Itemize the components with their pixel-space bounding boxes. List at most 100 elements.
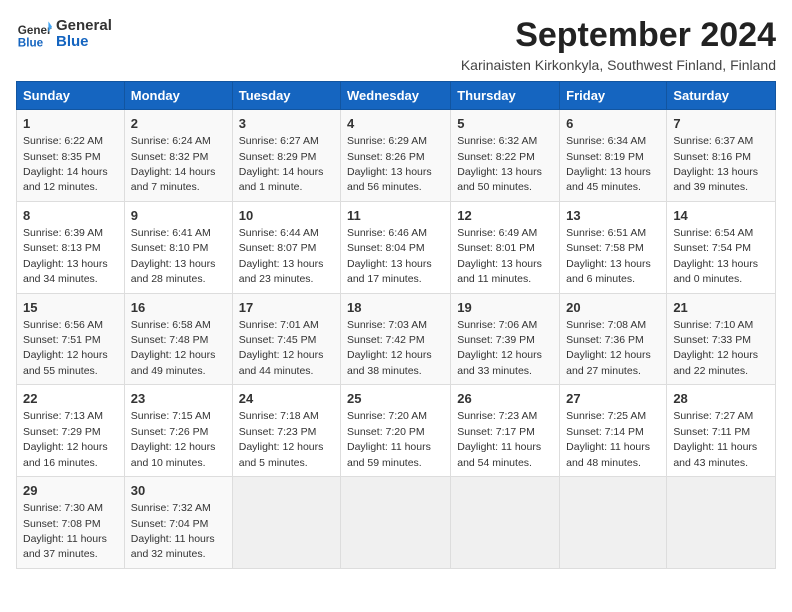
calendar-cell: 11 Sunrise: 6:46 AM Sunset: 8:04 PM Dayl… xyxy=(341,201,451,293)
sunset-text: Sunset: 7:11 PM xyxy=(673,426,750,438)
daylight-text: Daylight: 11 hours and 54 minutes. xyxy=(457,441,541,468)
daylight-text: Daylight: 12 hours and 49 minutes. xyxy=(131,349,216,376)
calendar-cell: 12 Sunrise: 6:49 AM Sunset: 8:01 PM Dayl… xyxy=(451,201,560,293)
day-number: 11 xyxy=(347,207,444,225)
sunset-text: Sunset: 7:36 PM xyxy=(566,334,644,346)
calendar-cell: 17 Sunrise: 7:01 AM Sunset: 7:45 PM Dayl… xyxy=(232,293,340,385)
sunrise-text: Sunrise: 7:27 AM xyxy=(673,410,753,422)
subtitle: Karinaisten Kirkonkyla, Southwest Finlan… xyxy=(461,57,776,73)
daylight-text: Daylight: 13 hours and 28 minutes. xyxy=(131,258,216,285)
weekday-header-wednesday: Wednesday xyxy=(341,82,451,110)
sunrise-text: Sunrise: 6:22 AM xyxy=(23,135,103,147)
day-number: 23 xyxy=(131,390,226,408)
weekday-header-tuesday: Tuesday xyxy=(232,82,340,110)
calendar-cell: 24 Sunrise: 7:18 AM Sunset: 7:23 PM Dayl… xyxy=(232,385,340,477)
calendar-cell: 27 Sunrise: 7:25 AM Sunset: 7:14 PM Dayl… xyxy=(560,385,667,477)
calendar-cell: 26 Sunrise: 7:23 AM Sunset: 7:17 PM Dayl… xyxy=(451,385,560,477)
sunset-text: Sunset: 7:08 PM xyxy=(23,518,101,530)
logo-line1: General xyxy=(56,18,112,35)
calendar-cell: 30 Sunrise: 7:32 AM Sunset: 7:04 PM Dayl… xyxy=(124,477,232,569)
daylight-text: Daylight: 13 hours and 11 minutes. xyxy=(457,258,542,285)
daylight-text: Daylight: 12 hours and 10 minutes. xyxy=(131,441,216,468)
sunset-text: Sunset: 8:35 PM xyxy=(23,151,101,163)
sunset-text: Sunset: 8:10 PM xyxy=(131,242,209,254)
calendar-cell: 20 Sunrise: 7:08 AM Sunset: 7:36 PM Dayl… xyxy=(560,293,667,385)
calendar-cell: 23 Sunrise: 7:15 AM Sunset: 7:26 PM Dayl… xyxy=(124,385,232,477)
sunset-text: Sunset: 8:16 PM xyxy=(673,151,751,163)
day-number: 1 xyxy=(23,115,118,133)
sunset-text: Sunset: 7:51 PM xyxy=(23,334,101,346)
sunrise-text: Sunrise: 6:51 AM xyxy=(566,227,646,239)
main-title: September 2024 xyxy=(461,16,776,55)
svg-text:Blue: Blue xyxy=(18,37,44,50)
sunset-text: Sunset: 7:04 PM xyxy=(131,518,209,530)
sunrise-text: Sunrise: 6:29 AM xyxy=(347,135,427,147)
daylight-text: Daylight: 12 hours and 55 minutes. xyxy=(23,349,108,376)
day-number: 8 xyxy=(23,207,118,225)
daylight-text: Daylight: 12 hours and 38 minutes. xyxy=(347,349,432,376)
daylight-text: Daylight: 14 hours and 12 minutes. xyxy=(23,166,108,193)
daylight-text: Daylight: 13 hours and 34 minutes. xyxy=(23,258,108,285)
day-number: 4 xyxy=(347,115,444,133)
calendar-cell: 9 Sunrise: 6:41 AM Sunset: 8:10 PM Dayli… xyxy=(124,201,232,293)
sunrise-text: Sunrise: 7:01 AM xyxy=(239,319,319,331)
calendar-cell: 7 Sunrise: 6:37 AM Sunset: 8:16 PM Dayli… xyxy=(667,110,776,202)
daylight-text: Daylight: 11 hours and 43 minutes. xyxy=(673,441,757,468)
sunrise-text: Sunrise: 6:37 AM xyxy=(673,135,753,147)
day-number: 14 xyxy=(673,207,769,225)
daylight-text: Daylight: 12 hours and 5 minutes. xyxy=(239,441,324,468)
sunset-text: Sunset: 8:07 PM xyxy=(239,242,317,254)
day-number: 16 xyxy=(131,299,226,317)
daylight-text: Daylight: 11 hours and 48 minutes. xyxy=(566,441,650,468)
day-number: 13 xyxy=(566,207,660,225)
sunrise-text: Sunrise: 7:15 AM xyxy=(131,410,211,422)
sunrise-text: Sunrise: 6:56 AM xyxy=(23,319,103,331)
title-area: September 2024 Karinaisten Kirkonkyla, S… xyxy=(461,16,776,73)
day-number: 3 xyxy=(239,115,334,133)
sunset-text: Sunset: 7:26 PM xyxy=(131,426,209,438)
daylight-text: Daylight: 12 hours and 16 minutes. xyxy=(23,441,108,468)
calendar-cell: 8 Sunrise: 6:39 AM Sunset: 8:13 PM Dayli… xyxy=(17,201,125,293)
calendar-cell: 29 Sunrise: 7:30 AM Sunset: 7:08 PM Dayl… xyxy=(17,477,125,569)
sunrise-text: Sunrise: 7:20 AM xyxy=(347,410,427,422)
sunrise-text: Sunrise: 7:30 AM xyxy=(23,502,103,514)
sunset-text: Sunset: 8:29 PM xyxy=(239,151,317,163)
sunrise-text: Sunrise: 6:34 AM xyxy=(566,135,646,147)
daylight-text: Daylight: 11 hours and 37 minutes. xyxy=(23,533,107,560)
calendar-cell: 22 Sunrise: 7:13 AM Sunset: 7:29 PM Dayl… xyxy=(17,385,125,477)
day-number: 29 xyxy=(23,482,118,500)
sunrise-text: Sunrise: 7:23 AM xyxy=(457,410,537,422)
sunrise-text: Sunrise: 6:44 AM xyxy=(239,227,319,239)
calendar: SundayMondayTuesdayWednesdayThursdayFrid… xyxy=(16,81,776,569)
calendar-cell: 19 Sunrise: 7:06 AM Sunset: 7:39 PM Dayl… xyxy=(451,293,560,385)
weekday-header-saturday: Saturday xyxy=(667,82,776,110)
daylight-text: Daylight: 11 hours and 32 minutes. xyxy=(131,533,215,560)
sunrise-text: Sunrise: 7:18 AM xyxy=(239,410,319,422)
daylight-text: Daylight: 12 hours and 22 minutes. xyxy=(673,349,758,376)
day-number: 25 xyxy=(347,390,444,408)
svg-text:General: General xyxy=(18,24,52,37)
calendar-cell: 2 Sunrise: 6:24 AM Sunset: 8:32 PM Dayli… xyxy=(124,110,232,202)
calendar-cell: 4 Sunrise: 6:29 AM Sunset: 8:26 PM Dayli… xyxy=(341,110,451,202)
calendar-cell xyxy=(560,477,667,569)
sunset-text: Sunset: 7:23 PM xyxy=(239,426,317,438)
calendar-cell xyxy=(232,477,340,569)
sunrise-text: Sunrise: 7:13 AM xyxy=(23,410,103,422)
sunset-text: Sunset: 8:26 PM xyxy=(347,151,425,163)
daylight-text: Daylight: 13 hours and 50 minutes. xyxy=(457,166,542,193)
calendar-cell: 13 Sunrise: 6:51 AM Sunset: 7:58 PM Dayl… xyxy=(560,201,667,293)
sunrise-text: Sunrise: 6:49 AM xyxy=(457,227,537,239)
sunset-text: Sunset: 7:45 PM xyxy=(239,334,317,346)
daylight-text: Daylight: 14 hours and 7 minutes. xyxy=(131,166,216,193)
sunset-text: Sunset: 8:19 PM xyxy=(566,151,644,163)
day-number: 27 xyxy=(566,390,660,408)
sunrise-text: Sunrise: 6:58 AM xyxy=(131,319,211,331)
sunset-text: Sunset: 7:39 PM xyxy=(457,334,535,346)
day-number: 24 xyxy=(239,390,334,408)
sunset-text: Sunset: 7:48 PM xyxy=(131,334,209,346)
sunrise-text: Sunrise: 6:46 AM xyxy=(347,227,427,239)
sunset-text: Sunset: 7:42 PM xyxy=(347,334,425,346)
sunset-text: Sunset: 7:14 PM xyxy=(566,426,644,438)
calendar-cell: 5 Sunrise: 6:32 AM Sunset: 8:22 PM Dayli… xyxy=(451,110,560,202)
day-number: 30 xyxy=(131,482,226,500)
